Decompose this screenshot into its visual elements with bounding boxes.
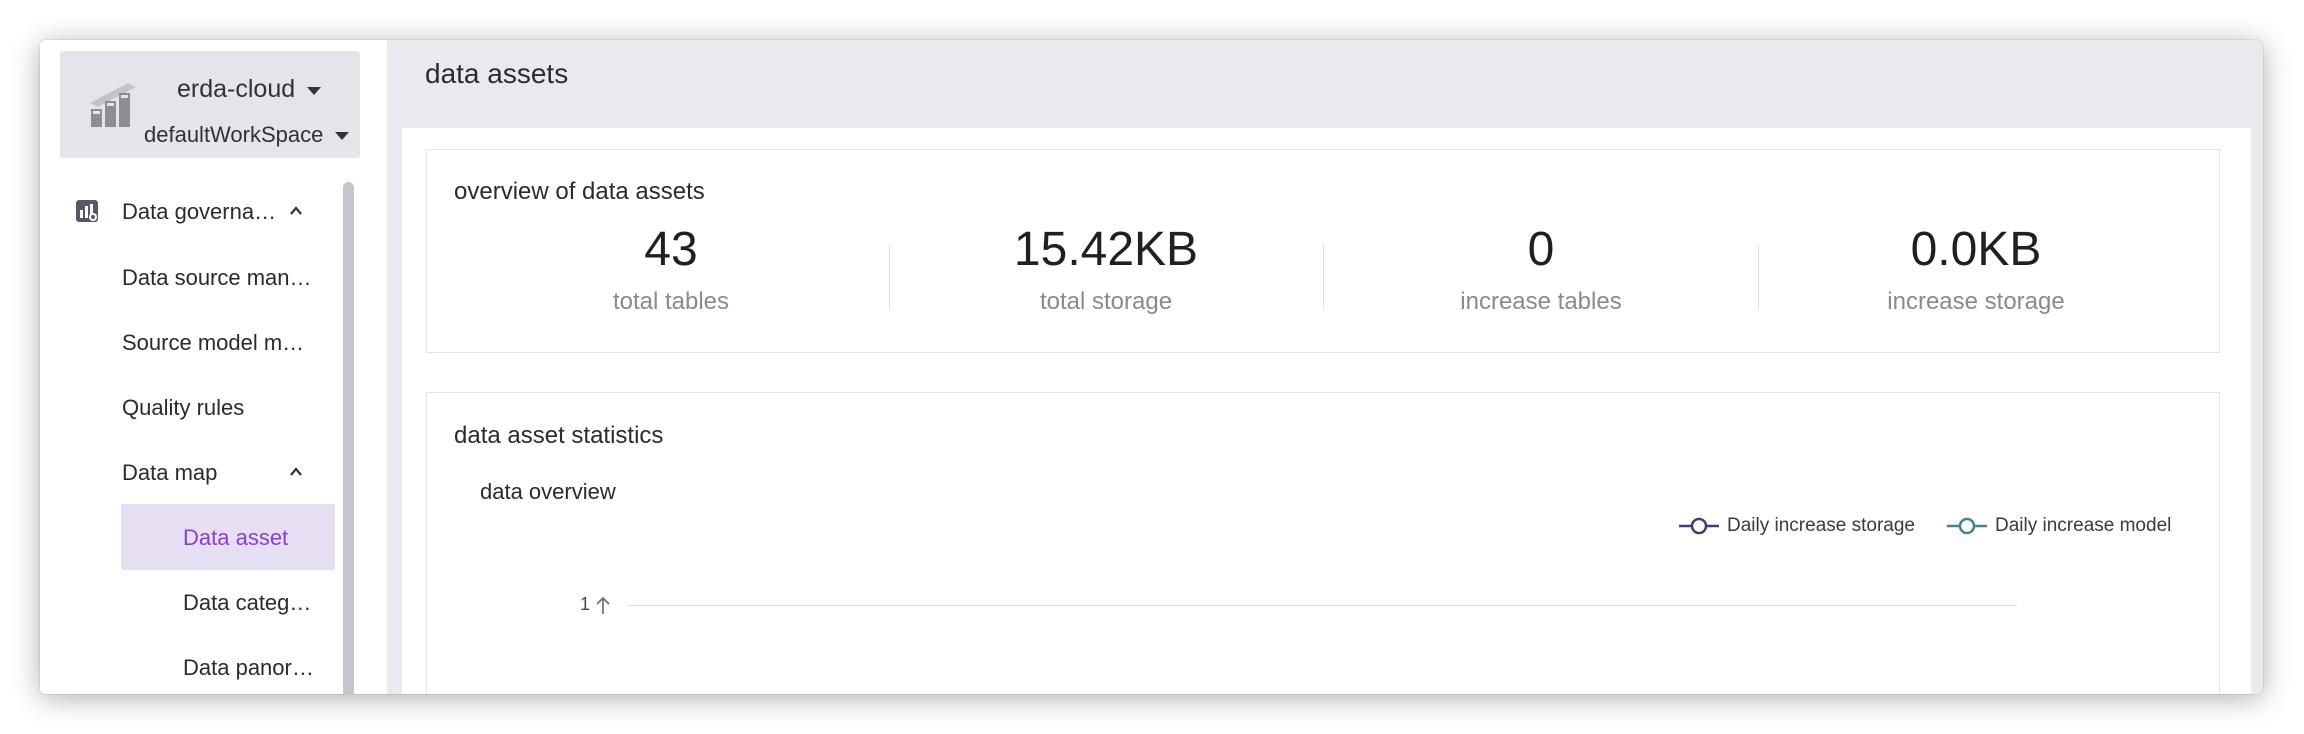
org-switcher[interactable]: erda-cloud defaultWorkSpace <box>60 51 360 158</box>
sidebar-scroll-thumb[interactable] <box>343 182 354 694</box>
workspace-name[interactable]: defaultWorkSpace <box>144 122 350 148</box>
governance-icon <box>76 200 98 222</box>
page-title: data assets <box>425 58 569 89</box>
caret-down-icon <box>335 132 350 140</box>
overview-card <box>426 149 2220 353</box>
sidebar-item-data-source-management[interactable]: Data source man… <box>122 265 312 291</box>
sidebar-item-quality-rules[interactable]: Quality rules <box>122 395 244 421</box>
app-window: erda-cloud defaultWorkSpace Data governa… <box>40 40 2263 694</box>
chart-logo-icon <box>90 83 136 127</box>
sidebar-item-data-category[interactable]: Data categ… <box>183 590 311 616</box>
org-name[interactable]: erda-cloud <box>177 75 322 104</box>
sidebar-item-data-map[interactable]: Data map <box>122 460 217 486</box>
sidebar-item-data-asset[interactable]: Data asset <box>183 525 288 551</box>
caret-down-icon <box>307 86 322 95</box>
sidebar: erda-cloud defaultWorkSpace Data governa… <box>40 40 387 694</box>
chevron-up-icon[interactable] <box>289 204 303 218</box>
sidebar-item-governance[interactable]: Data governa… <box>122 199 276 225</box>
chevron-up-icon[interactable] <box>289 465 303 479</box>
sidebar-item-source-model[interactable]: Source model m… <box>122 330 304 356</box>
sidebar-item-data-panorama[interactable]: Data panor… <box>183 655 314 681</box>
